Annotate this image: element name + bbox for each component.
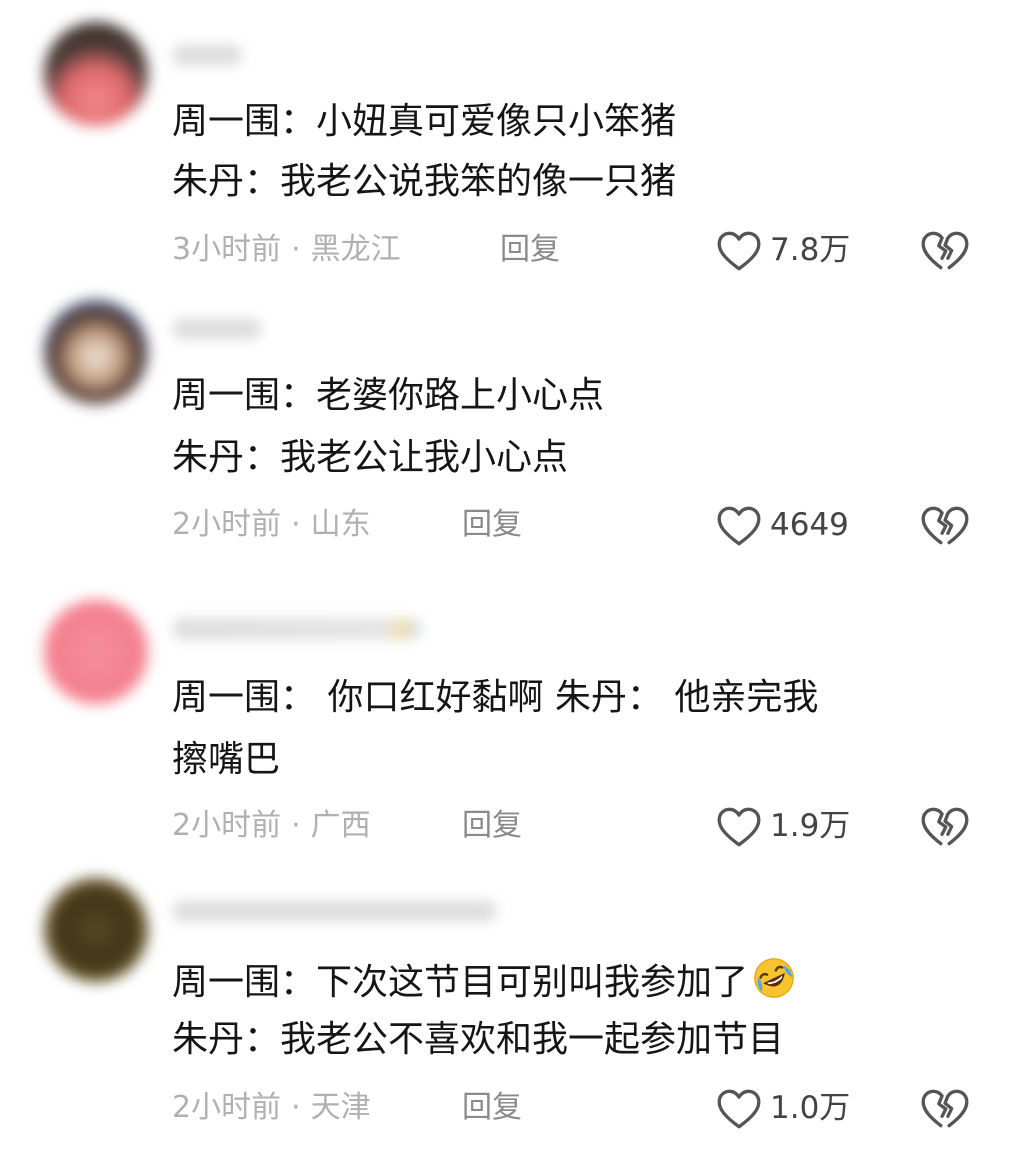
- like-count: 4649: [770, 507, 849, 543]
- comment-text-line: 朱丹：我老公让我小心点: [172, 437, 569, 478]
- comment-location: 黑龙江: [310, 232, 401, 267]
- reply-button[interactable]: 回复: [462, 505, 522, 545]
- heart-outline-icon[interactable]: [714, 501, 764, 551]
- reply-button[interactable]: 回复: [462, 806, 522, 846]
- comment-meta: 2小时前 · 天津: [172, 1088, 371, 1128]
- reply-button[interactable]: 回复: [462, 1088, 522, 1128]
- like-count: 1.0万: [770, 1090, 851, 1126]
- reply-button[interactable]: 回复: [500, 230, 560, 270]
- comment-text-line: 周一围：下次这节目可别叫我参加了: [172, 954, 798, 1005]
- comment-text-line: 朱丹：我老公不喜欢和我一起参加节目: [172, 1019, 785, 1060]
- comment-time: 3小时前: [172, 232, 282, 267]
- avatar[interactable]: [44, 300, 148, 404]
- rolling-on-floor-laughing-emoji: [754, 958, 794, 998]
- username-blurred[interactable]: [172, 618, 422, 640]
- comment-location: 山东: [310, 507, 371, 542]
- comment-text-line: 擦嘴巴: [172, 739, 281, 780]
- meta-separator: ·: [291, 232, 301, 267]
- comment-location: 天津: [310, 1090, 371, 1125]
- comment-meta: 3小时前 · 黑龙江: [172, 230, 401, 270]
- comment-location: 广西: [310, 808, 371, 843]
- comment-meta: 2小时前 · 山东: [172, 505, 371, 545]
- heart-outline-icon[interactable]: [714, 802, 764, 852]
- avatar[interactable]: [44, 22, 148, 126]
- avatar[interactable]: [44, 600, 148, 704]
- heart-outline-icon[interactable]: [714, 1084, 764, 1134]
- meta-separator: ·: [291, 808, 301, 843]
- comment-time: 2小时前: [172, 507, 282, 542]
- username-blurred[interactable]: [172, 44, 242, 66]
- comment-text-line: 周一围： 你口红好黏啊 朱丹： 他亲完我: [172, 677, 819, 718]
- comment-meta: 2小时前 · 广西: [172, 806, 371, 846]
- comment-text-line: 朱丹：我老公说我笨的像一只猪: [172, 161, 677, 202]
- broken-heart-icon[interactable]: [918, 226, 972, 276]
- broken-heart-icon[interactable]: [918, 802, 972, 852]
- comment-text-line: 周一围：老婆你路上小心点: [172, 375, 605, 416]
- meta-separator: ·: [291, 507, 301, 542]
- comment-text-segment: 周一围：下次这节目可别叫我参加了: [172, 962, 749, 1003]
- comment-time: 2小时前: [172, 808, 282, 843]
- heart-outline-icon[interactable]: [714, 226, 764, 276]
- broken-heart-icon[interactable]: [918, 501, 972, 551]
- username-blurred[interactable]: [172, 900, 497, 922]
- avatar[interactable]: [44, 878, 148, 982]
- like-count: 7.8万: [770, 232, 851, 268]
- username-blurred[interactable]: [172, 318, 262, 340]
- comment-text-line: 周一围：小妞真可爱像只小笨猪: [172, 101, 677, 142]
- broken-heart-icon[interactable]: [918, 1084, 972, 1134]
- meta-separator: ·: [291, 1090, 301, 1125]
- like-count: 1.9万: [770, 808, 851, 844]
- comment-time: 2小时前: [172, 1090, 282, 1125]
